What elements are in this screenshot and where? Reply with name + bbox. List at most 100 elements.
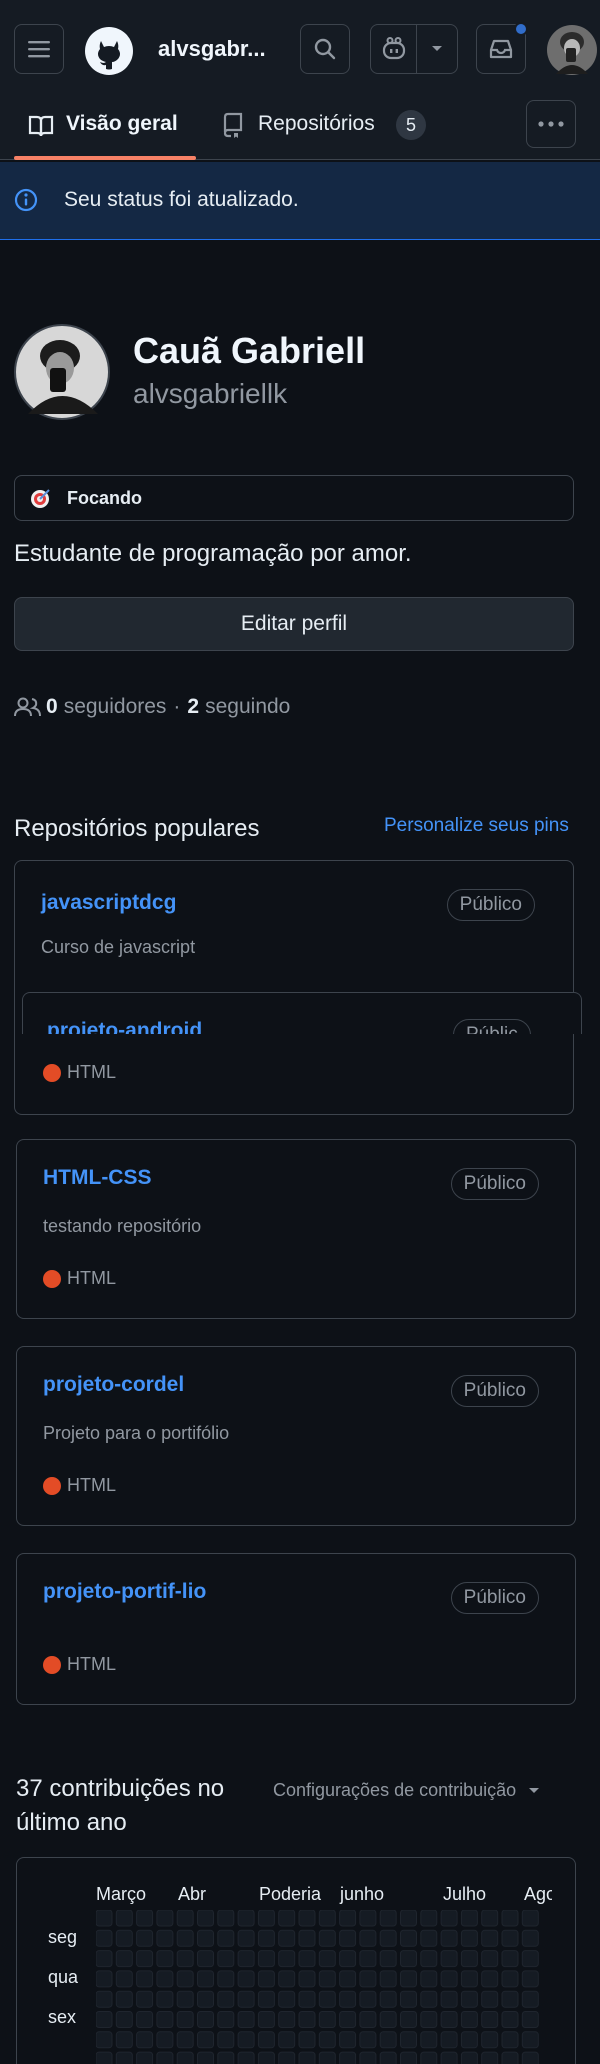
repo-description: testando repositório — [43, 1216, 202, 1236]
contribution-day-cell — [278, 1910, 296, 1927]
contribution-day-cell — [420, 1990, 438, 2008]
contribution-day-cell — [278, 1950, 296, 1968]
contribution-day-cell — [339, 1950, 357, 1968]
contribution-day-cell — [379, 2011, 397, 2028]
contribution-day-cell — [96, 1929, 113, 1947]
contribution-day-cell — [318, 1950, 336, 1968]
contribution-day-cell — [318, 1910, 336, 1927]
tab-underline — [14, 156, 196, 160]
repo-name[interactable]: javascriptdcg — [41, 891, 176, 915]
contribution-day-cell — [96, 1990, 113, 2008]
repo-card-html-css[interactable]: HTML-CSS Público testando repositório HT… — [16, 1139, 576, 1319]
contribution-day-cell — [440, 1910, 458, 1927]
people-icon — [14, 697, 41, 717]
contribution-day-cell — [501, 2011, 519, 2028]
month-label: Ago — [524, 1884, 552, 1904]
contribution-day-cell — [217, 1910, 235, 1927]
language-label: HTML — [67, 1654, 116, 1674]
contribution-day-cell — [197, 1910, 214, 1927]
contribution-day-cell — [257, 1929, 275, 1947]
contribution-day-cell — [257, 1990, 275, 2008]
contribution-day-cell — [237, 2011, 255, 2028]
contribution-day-cell — [420, 1910, 438, 1927]
contribution-day-cell — [440, 1990, 458, 2008]
contribution-day-cell — [400, 1910, 417, 1927]
copilot-button[interactable] — [371, 25, 417, 73]
contribution-day-cell — [257, 2031, 275, 2049]
language-color-dot — [43, 1269, 61, 1288]
header-username[interactable]: alvsgabr... — [158, 36, 266, 62]
tab-overview[interactable]: Visão geral — [14, 100, 196, 160]
repo-name[interactable]: projeto-portif-lio — [43, 1580, 206, 1604]
visibility-badge: Público — [450, 1168, 539, 1200]
weekday-label: sex — [48, 2007, 77, 2027]
copilot-icon — [382, 37, 405, 60]
followers-count: 0 — [46, 695, 58, 718]
contribution-day-cell — [501, 1910, 519, 1927]
month-label: Julho — [443, 1884, 487, 1904]
contribution-day-cell — [359, 1950, 377, 1968]
contribution-day-cell — [115, 2051, 133, 2064]
contribution-day-cell — [359, 1970, 377, 1988]
contribution-day-cell — [420, 2051, 438, 2064]
repo-name[interactable]: projeto-android — [47, 1019, 202, 1034]
contribution-day-cell — [96, 2011, 113, 2028]
contribution-day-cell — [318, 2031, 336, 2049]
contribution-day-cell — [501, 2051, 519, 2064]
contribution-day-cell — [521, 1970, 539, 1988]
search-button[interactable] — [300, 24, 350, 74]
repo-name[interactable]: HTML-CSS — [43, 1166, 152, 1190]
contribution-day-cell — [96, 1950, 113, 1968]
tab-repositories-label: Repositórios — [258, 112, 375, 135]
chevron-down-icon — [432, 46, 442, 51]
contribution-day-cell — [298, 1929, 316, 1947]
followers-link[interactable]: 0 seguidores — [46, 695, 166, 719]
tab-repositories[interactable]: Repositórios 5 — [220, 100, 440, 160]
repo-description: Projeto para o portifólio — [43, 1423, 230, 1443]
github-logo-icon[interactable] — [85, 27, 133, 75]
tab-overview-label: Visão geral — [66, 112, 178, 135]
dragged-repo-card[interactable]: projeto-android Públic — [22, 992, 582, 1034]
contribution-day-cell — [96, 2051, 113, 2064]
contribution-grid — [96, 1910, 539, 2064]
contribution-day-cell — [339, 1910, 357, 1927]
contribution-day-cell — [318, 2011, 336, 2028]
search-icon — [314, 38, 336, 60]
copilot-menu-button[interactable] — [417, 25, 457, 73]
contribution-day-cell — [440, 1929, 458, 1947]
contribution-day-cell — [521, 1929, 539, 1947]
status-box[interactable]: Focando — [14, 475, 574, 521]
contribution-day-cell — [339, 1929, 357, 1947]
contribution-day-cell — [379, 1970, 397, 1988]
contribution-day-cell — [257, 1970, 275, 1988]
repo-card-projeto-cordel[interactable]: projeto-cordel Público Projeto para o po… — [16, 1346, 576, 1526]
edit-profile-button[interactable]: Editar perfil — [14, 597, 574, 651]
repo-name[interactable]: projeto-cordel — [43, 1373, 184, 1397]
profile-bio: Estudante de programação por amor. — [14, 540, 412, 567]
contribution-settings-button[interactable]: Configurações de contribuição — [273, 1780, 540, 1801]
menu-button[interactable] — [14, 24, 64, 74]
contribution-day-cell — [359, 2031, 377, 2049]
popular-repos-title: Repositórios populares — [14, 815, 260, 842]
contribution-day-cell — [379, 1929, 397, 1947]
following-link[interactable]: 2 seguindo — [187, 695, 290, 719]
language-color-dot — [43, 1655, 61, 1674]
visibility-badge: Público — [450, 1582, 539, 1614]
contribution-day-cell — [278, 1990, 296, 2008]
more-options-button[interactable] — [526, 100, 576, 148]
contribution-day-cell — [298, 1950, 316, 1968]
contribution-day-cell — [501, 2031, 519, 2049]
contribution-day-cell — [400, 1929, 417, 1947]
month-label: Abr — [178, 1884, 207, 1904]
contribution-day-cell — [318, 2051, 336, 2064]
menu-icon — [28, 41, 50, 58]
contribution-day-cell — [156, 2051, 174, 2064]
contribution-settings-label: Configurações de contribuição — [273, 1780, 517, 1800]
month-label: Poderia — [259, 1884, 322, 1904]
contribution-day-cell — [400, 2051, 417, 2064]
profile-avatar[interactable] — [14, 324, 110, 420]
chevron-down-icon — [529, 1787, 540, 1793]
avatar[interactable] — [546, 24, 598, 76]
customize-pins-link[interactable]: Personalize seus pins — [384, 815, 569, 837]
repo-card-projeto-portif-lio[interactable]: projeto-portif-lio Público HTML — [16, 1553, 576, 1705]
